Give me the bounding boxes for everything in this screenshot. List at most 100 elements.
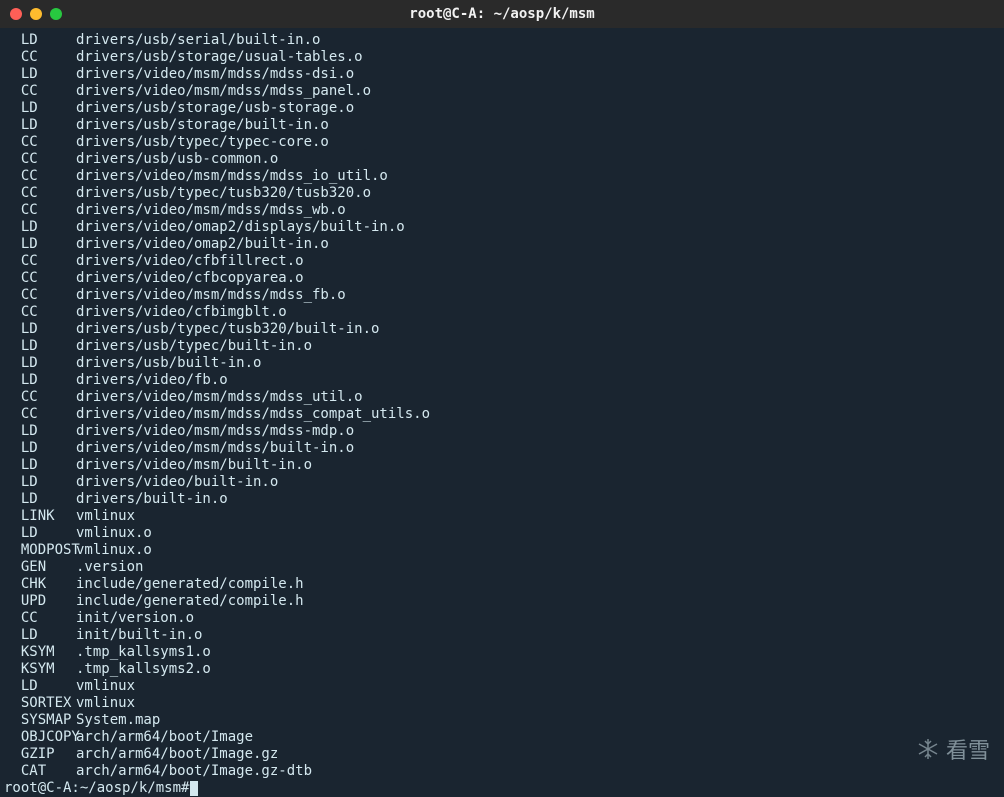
window-buttons [10,8,62,20]
build-target: drivers/video/cfbimgblt.o [76,304,287,321]
output-line: LINKvmlinux [4,508,1000,525]
build-target: drivers/video/msm/mdss/mdss_compat_utils… [76,406,430,423]
build-target: include/generated/compile.h [76,576,304,593]
build-target: drivers/usb/typec/typec-core.o [76,134,329,151]
build-target: vmlinux [76,508,135,525]
build-target: drivers/usb/built-in.o [76,355,261,372]
output-line: CCdrivers/usb/storage/usual-tables.o [4,49,1000,66]
output-line: LDdrivers/video/msm/mdss/mdss-dsi.o [4,66,1000,83]
output-line: CCdrivers/video/cfbfillrect.o [4,253,1000,270]
build-target: .version [76,559,143,576]
output-line: LDdrivers/usb/storage/usb-storage.o [4,100,1000,117]
build-step: LD [4,32,76,49]
output-line: LDdrivers/video/msm/built-in.o [4,457,1000,474]
output-line: CCdrivers/video/cfbimgblt.o [4,304,1000,321]
output-line: CCdrivers/usb/typec/typec-core.o [4,134,1000,151]
output-line: UPDinclude/generated/compile.h [4,593,1000,610]
build-target: vmlinux [76,695,135,712]
output-line: GEN.version [4,559,1000,576]
cursor [190,781,198,796]
build-step: CC [4,304,76,321]
build-target: drivers/video/cfbfillrect.o [76,253,304,270]
output-line: MODPOSTvmlinux.o [4,542,1000,559]
close-window-button[interactable] [10,8,22,20]
build-target: vmlinux [76,678,135,695]
output-line: LDvmlinux.o [4,525,1000,542]
build-target: drivers/usb/storage/usual-tables.o [76,49,363,66]
build-target: .tmp_kallsyms1.o [76,644,211,661]
zoom-window-button[interactable] [50,8,62,20]
output-line: LDvmlinux [4,678,1000,695]
output-line: CCdrivers/usb/typec/tusb320/tusb320.o [4,185,1000,202]
build-step: CAT [4,763,76,780]
build-step: CC [4,185,76,202]
build-target: drivers/video/msm/mdss/mdss-mdp.o [76,423,354,440]
build-target: init/version.o [76,610,194,627]
output-line: KSYM.tmp_kallsyms1.o [4,644,1000,661]
build-target: drivers/usb/typec/tusb320/built-in.o [76,321,379,338]
build-step: LD [4,491,76,508]
build-target: drivers/video/msm/mdss/mdss_io_util.o [76,168,388,185]
build-target: drivers/video/msm/mdss/mdss_panel.o [76,83,371,100]
minimize-window-button[interactable] [30,8,42,20]
output-line: CCdrivers/video/msm/mdss/mdss_io_util.o [4,168,1000,185]
build-step: CC [4,202,76,219]
build-step: GEN [4,559,76,576]
build-target: init/built-in.o [76,627,202,644]
output-line: LDdrivers/usb/typec/built-in.o [4,338,1000,355]
build-step: UPD [4,593,76,610]
build-target: arch/arm64/boot/Image.gz [76,746,278,763]
build-target: arch/arm64/boot/Image [76,729,253,746]
terminal-output[interactable]: LDdrivers/usb/serial/built-in.o CCdriver… [0,28,1004,797]
shell-prompt[interactable]: root@C-A:~/aosp/k/msm# [4,780,1000,797]
build-step: LD [4,525,76,542]
output-line: LDdrivers/video/msm/mdss/built-in.o [4,440,1000,457]
build-target: drivers/usb/serial/built-in.o [76,32,320,49]
build-step: LD [4,457,76,474]
build-target: drivers/usb/storage/usb-storage.o [76,100,354,117]
build-step: LD [4,372,76,389]
build-step: CC [4,406,76,423]
build-step: LD [4,678,76,695]
build-target: drivers/video/msm/mdss/mdss_fb.o [76,287,346,304]
build-target: drivers/video/msm/mdss/built-in.o [76,440,354,457]
build-step: MODPOST [4,542,76,559]
output-line: CCdrivers/video/msm/mdss/mdss_wb.o [4,202,1000,219]
output-line: LDdrivers/video/built-in.o [4,474,1000,491]
build-target: System.map [76,712,160,729]
build-target: include/generated/compile.h [76,593,304,610]
output-line: CCdrivers/video/cfbcopyarea.o [4,270,1000,287]
build-step: LD [4,100,76,117]
build-step: LD [4,66,76,83]
build-step: LD [4,338,76,355]
build-target: vmlinux.o [76,542,152,559]
build-step: CHK [4,576,76,593]
window-title: root@C-A: ~/aosp/k/msm [0,6,1004,22]
build-target: vmlinux.o [76,525,152,542]
build-step: KSYM [4,661,76,678]
build-target: drivers/video/cfbcopyarea.o [76,270,304,287]
output-line: LDdrivers/video/msm/mdss/mdss-mdp.o [4,423,1000,440]
output-line: KSYM.tmp_kallsyms2.o [4,661,1000,678]
build-step: LD [4,423,76,440]
build-step: CC [4,83,76,100]
output-line: CCinit/version.o [4,610,1000,627]
build-step: CC [4,134,76,151]
build-target: drivers/video/msm/mdss/mdss-dsi.o [76,66,354,83]
build-step: CC [4,610,76,627]
output-line: LDdrivers/usb/storage/built-in.o [4,117,1000,134]
output-line: LDdrivers/video/omap2/built-in.o [4,236,1000,253]
output-line: CCdrivers/video/msm/mdss/mdss_fb.o [4,287,1000,304]
build-step: LD [4,440,76,457]
build-step: SORTEX [4,695,76,712]
build-step: LD [4,236,76,253]
output-line: CCdrivers/video/msm/mdss/mdss_panel.o [4,83,1000,100]
output-line: LDinit/built-in.o [4,627,1000,644]
build-target: drivers/video/msm/mdss/mdss_wb.o [76,202,346,219]
build-step: LD [4,117,76,134]
output-line: LDdrivers/usb/serial/built-in.o [4,32,1000,49]
build-target: drivers/usb/typec/tusb320/tusb320.o [76,185,371,202]
build-target: drivers/video/fb.o [76,372,228,389]
output-line: SYSMAPSystem.map [4,712,1000,729]
output-line: GZIParch/arm64/boot/Image.gz [4,746,1000,763]
